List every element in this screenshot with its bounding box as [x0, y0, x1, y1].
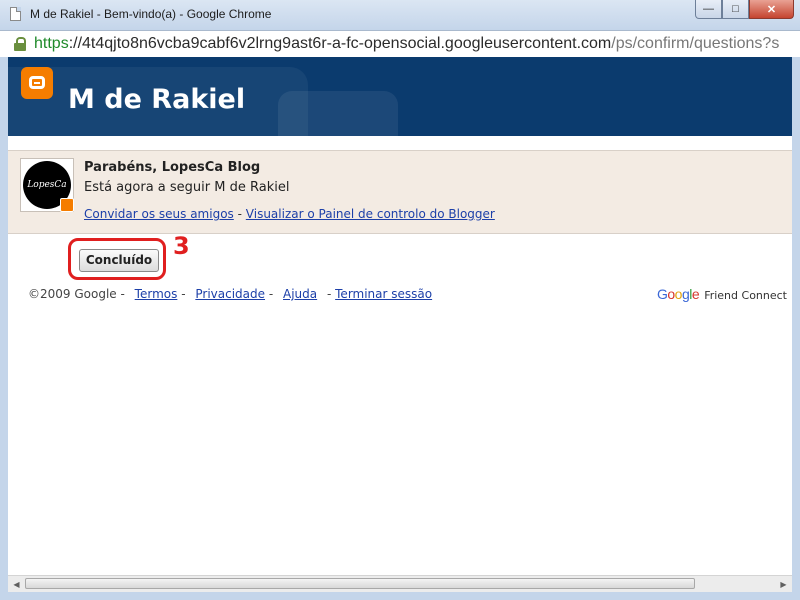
scroll-right-icon[interactable]: ▶ — [775, 576, 792, 592]
lock-icon — [14, 37, 26, 51]
avatar: LopesCa — [20, 158, 74, 212]
address-bar[interactable]: https://4t4qjto8n6vcba9cabf6v2lrng9ast6r… — [0, 31, 800, 58]
done-button[interactable]: Concluído — [79, 249, 159, 272]
footer-separator: - — [268, 287, 274, 301]
footer: ©2009 Google - Termos - Privacidade - Aj… — [28, 287, 432, 301]
window-controls: — □ ✕ — [695, 0, 794, 20]
copyright: ©2009 Google — [28, 287, 117, 301]
url-separator: :// — [68, 35, 83, 52]
window-title: M de Rakiel - Bem-vindo(a) - Google Chro… — [30, 7, 272, 21]
friend-connect-branding: Google Friend Connect — [657, 286, 787, 302]
footer-separator: - — [181, 287, 186, 301]
link-separator: - — [237, 207, 242, 221]
scroll-thumb[interactable] — [25, 578, 695, 589]
scroll-left-icon[interactable]: ◀ — [8, 576, 25, 592]
url-path: /ps/confirm/questions?s — [611, 35, 780, 52]
blogger-logo-icon — [21, 67, 53, 99]
horizontal-scrollbar[interactable]: ◀ ▶ — [8, 575, 792, 592]
minimize-button[interactable]: — — [695, 0, 722, 19]
google-logo: Google — [656, 286, 700, 302]
window-titlebar: M de Rakiel - Bem-vindo(a) - Google Chro… — [0, 0, 800, 31]
privacy-link[interactable]: Privacidade — [195, 287, 265, 301]
window-frame-right — [792, 57, 800, 592]
window-frame-left — [0, 57, 8, 592]
terms-link[interactable]: Termos — [135, 287, 178, 301]
congrats-heading: Parabéns, LopesCa Blog — [84, 160, 261, 175]
follow-confirmation-panel: LopesCa Parabéns, LopesCa Blog Está agor… — [8, 150, 792, 234]
help-link[interactable]: Ajuda — [283, 287, 317, 301]
maximize-button[interactable]: □ — [722, 0, 749, 19]
blog-title: M de Rakiel — [68, 84, 246, 115]
blog-header: M de Rakiel — [8, 57, 792, 136]
step-marker: 3 — [173, 232, 190, 260]
footer-separator: - — [326, 287, 332, 301]
footer-separator: - — [120, 287, 125, 301]
friend-connect-label: Friend Connect — [704, 289, 787, 302]
blogger-dashboard-link[interactable]: Visualizar o Painel de controlo do Blogg… — [246, 207, 495, 221]
close-button[interactable]: ✕ — [749, 0, 794, 19]
url-host: 4t4qjto8n6vcba9cabf6v2lrng9ast6r-a-fc-op… — [82, 35, 612, 52]
following-message: Está agora a seguir M de Rakiel — [84, 180, 290, 195]
blogger-badge-icon — [60, 198, 74, 212]
signout-link[interactable]: Terminar sessão — [335, 287, 432, 301]
header-decoration — [278, 91, 398, 136]
panel-links: Convidar os seus amigos - Visualizar o P… — [84, 207, 495, 221]
invite-friends-link[interactable]: Convidar os seus amigos — [84, 207, 234, 221]
page-icon — [10, 7, 21, 21]
window-frame-bottom — [0, 592, 800, 600]
url-scheme: https — [34, 35, 69, 52]
url-text[interactable]: https://4t4qjto8n6vcba9cabf6v2lrng9ast6r… — [34, 35, 779, 53]
